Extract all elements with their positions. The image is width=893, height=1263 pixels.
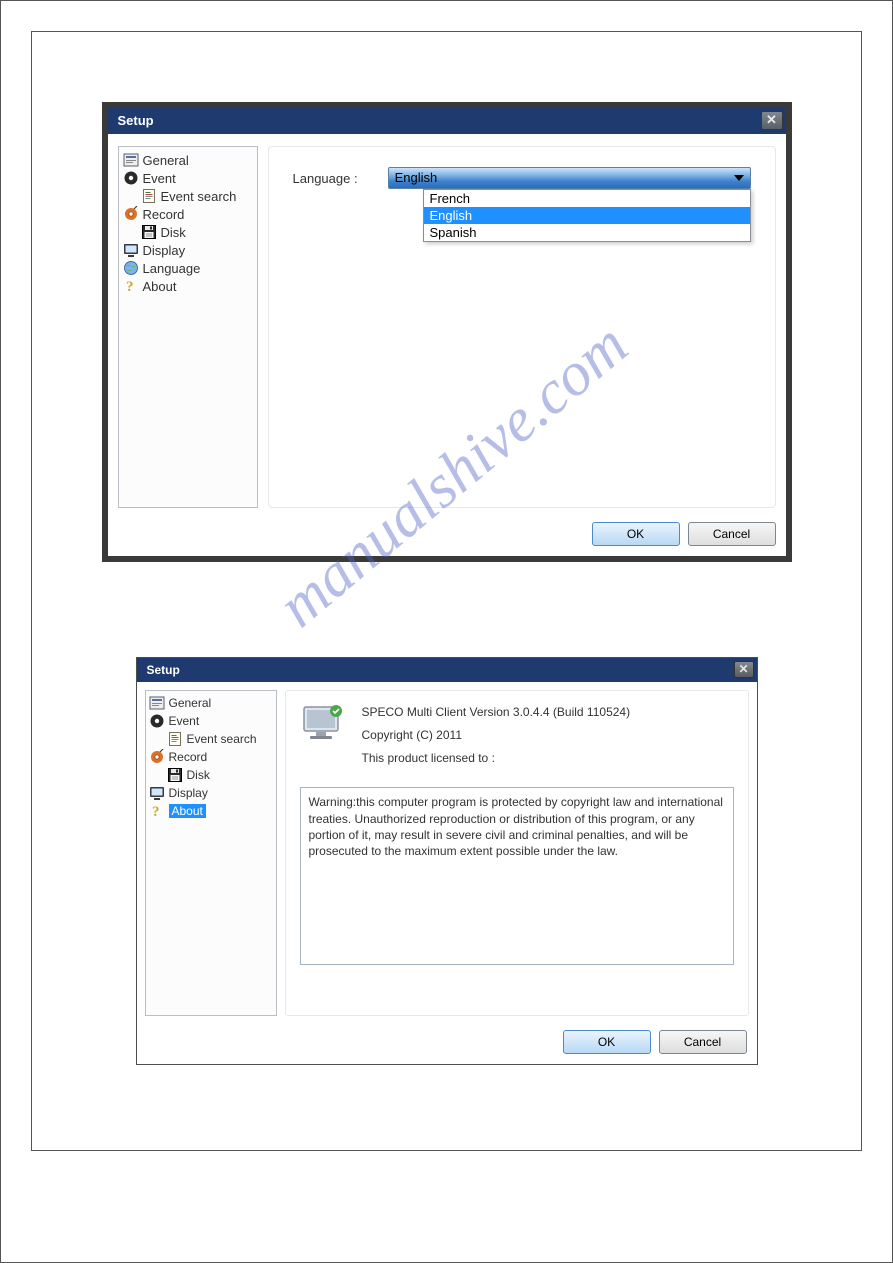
display-icon <box>149 785 165 801</box>
tree-item-record[interactable]: Record <box>149 748 273 766</box>
close-icon: ✕ <box>766 112 777 127</box>
dialog-title-bar: Setup ✕ <box>137 658 757 682</box>
record-icon <box>123 206 139 222</box>
content-panel: Language : English French English Spanis… <box>268 146 776 508</box>
tree-label: Event <box>169 714 200 728</box>
tree-item-event[interactable]: Event <box>149 712 273 730</box>
version-line: SPECO Multi Client Version 3.0.4.4 (Buil… <box>362 701 631 724</box>
chevron-down-icon <box>734 175 744 181</box>
lang-option-french[interactable]: French <box>424 190 750 207</box>
dialog-title-bar: Setup ✕ <box>108 108 786 134</box>
general-icon <box>123 152 139 168</box>
globe-icon <box>123 260 139 276</box>
tree-item-about[interactable]: About <box>123 277 253 295</box>
general-icon <box>149 695 165 711</box>
tree-item-about[interactable]: About <box>149 802 273 820</box>
nav-tree: General Event Event search Record <box>145 690 277 1016</box>
copyright-line: Copyright (C) 2011 <box>362 724 631 747</box>
tree-item-disk[interactable]: Disk <box>149 766 273 784</box>
language-dropdown: French English Spanish <box>423 189 751 242</box>
dialog-footer: OK Cancel <box>108 514 786 556</box>
tree-label: Language <box>143 261 201 276</box>
lang-option-english[interactable]: English <box>424 207 750 224</box>
dialog-footer: OK Cancel <box>137 1024 757 1064</box>
event-icon <box>149 713 165 729</box>
nav-tree: General Event Event search Record <box>118 146 258 508</box>
tree-item-disk[interactable]: Disk <box>123 223 253 241</box>
content-panel: SPECO Multi Client Version 3.0.4.4 (Buil… <box>285 690 749 1016</box>
tree-item-display[interactable]: Display <box>123 241 253 259</box>
tree-label: General <box>143 153 189 168</box>
dialog-title: Setup <box>118 113 154 128</box>
licensed-line: This product licensed to : <box>362 747 631 770</box>
tree-label: Record <box>143 207 185 222</box>
setup-dialog-language: Setup ✕ General Event <box>102 102 792 562</box>
close-icon: ✕ <box>738 662 748 676</box>
tree-item-event-search[interactable]: Event search <box>123 187 253 205</box>
display-icon <box>123 242 139 258</box>
tree-label: Event search <box>187 732 257 746</box>
ok-button[interactable]: OK <box>563 1030 651 1054</box>
tree-label: General <box>169 696 212 710</box>
tree-label: About <box>143 279 177 294</box>
tree-item-general[interactable]: General <box>123 151 253 169</box>
cancel-button[interactable]: Cancel <box>688 522 776 546</box>
setup-dialog-about: Setup ✕ General Event <box>136 657 758 1065</box>
tree-item-language[interactable]: Language <box>123 259 253 277</box>
tree-label: Record <box>169 750 208 764</box>
tree-item-event[interactable]: Event <box>123 169 253 187</box>
tree-label: Event search <box>161 189 237 204</box>
cancel-button[interactable]: Cancel <box>659 1030 747 1054</box>
tree-label: About <box>169 804 206 818</box>
tree-item-display[interactable]: Display <box>149 784 273 802</box>
tree-label: Disk <box>187 768 210 782</box>
tree-label: Disk <box>161 225 186 240</box>
document-search-icon <box>141 188 157 204</box>
tree-item-general[interactable]: General <box>149 694 273 712</box>
event-icon <box>123 170 139 186</box>
tree-item-record[interactable]: Record <box>123 205 253 223</box>
language-label: Language : <box>293 171 358 186</box>
language-selected: English <box>395 170 438 185</box>
dialog-title: Setup <box>147 663 180 677</box>
close-button[interactable]: ✕ <box>761 111 783 130</box>
tree-label: Display <box>143 243 186 258</box>
question-icon <box>149 803 165 819</box>
record-icon <box>149 749 165 765</box>
tree-label: Display <box>169 786 208 800</box>
warning-text: Warning:this computer program is protect… <box>300 787 734 965</box>
about-info: SPECO Multi Client Version 3.0.4.4 (Buil… <box>362 701 631 769</box>
floppy-disk-icon <box>167 767 183 783</box>
monitor-icon <box>300 701 348 749</box>
ok-button[interactable]: OK <box>592 522 680 546</box>
lang-option-spanish[interactable]: Spanish <box>424 224 750 241</box>
close-button[interactable]: ✕ <box>734 661 754 678</box>
tree-label: Event <box>143 171 176 186</box>
tree-item-event-search[interactable]: Event search <box>149 730 273 748</box>
language-select[interactable]: English <box>388 167 751 189</box>
question-icon <box>123 278 139 294</box>
floppy-disk-icon <box>141 224 157 240</box>
document-search-icon <box>167 731 183 747</box>
